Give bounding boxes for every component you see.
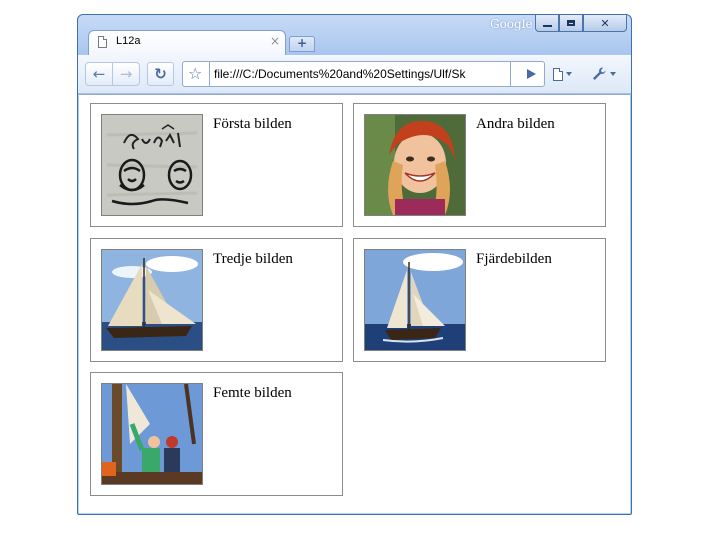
back-button[interactable]: ← [85, 62, 113, 86]
gallery-card: Femte bilden [90, 372, 343, 496]
bookmark-star-icon[interactable]: ☆ [188, 64, 202, 83]
address-input[interactable]: file:///C:/Documents%20and%20Settings/Ul… [209, 62, 511, 86]
reload-icon: ↻ [154, 65, 167, 83]
minimize-icon [542, 24, 552, 27]
page-icon [98, 36, 107, 48]
chevron-down-icon [610, 72, 616, 76]
brand-label: Google [490, 17, 533, 31]
image-caption: Fjärdebilden [476, 251, 552, 267]
sailboat-image [364, 249, 466, 351]
browser-window: Google ✕ L12a × + ← → ↻ ☆ file:///C:/Doc… [77, 14, 632, 515]
forward-button[interactable]: → [113, 62, 140, 86]
image-caption: Femte bilden [213, 385, 292, 401]
image-caption: Tredje bilden [213, 251, 293, 267]
smiling-girl-image [364, 114, 466, 216]
go-icon[interactable] [527, 69, 536, 79]
graal-sketch-image [101, 114, 203, 216]
forward-arrow-icon: → [119, 65, 133, 83]
back-arrow-icon: ← [92, 65, 106, 83]
image-caption: Första bilden [213, 116, 292, 132]
wrench-icon [593, 67, 606, 80]
chevron-down-icon [566, 72, 572, 76]
minimize-button[interactable] [535, 15, 559, 32]
image-caption: Andra bilden [476, 116, 555, 132]
omnibox: ☆ file:///C:/Documents%20and%20Settings/… [182, 61, 545, 87]
close-icon: ✕ [600, 16, 610, 30]
window-controls: ✕ [535, 15, 627, 32]
maximize-icon [567, 20, 575, 26]
sailboat-image [101, 249, 203, 351]
reload-button[interactable]: ↻ [147, 62, 174, 86]
tab-title: L12a [116, 35, 141, 47]
tab-l12a[interactable]: L12a × [88, 30, 286, 55]
new-tab-button[interactable]: + [289, 36, 315, 52]
page-content: Första bilden Andra bilden Tredje bilden… [79, 94, 630, 513]
gallery-card: Andra bilden [353, 103, 606, 227]
page-menu-icon [553, 67, 563, 81]
toolbar: ← → ↻ ☆ file:///C:/Documents%20and%20Set… [78, 55, 631, 94]
tab-close-icon[interactable]: × [270, 34, 280, 48]
wrench-menu-button[interactable] [591, 63, 621, 85]
gallery-card: Tredje bilden [90, 238, 343, 362]
page-menu-button[interactable] [553, 63, 583, 85]
sailors-on-deck-image [101, 383, 203, 485]
maximize-button[interactable] [559, 15, 583, 32]
gallery-card: Första bilden [90, 103, 343, 227]
gallery-card: Fjärdebilden [353, 238, 606, 362]
close-window-button[interactable]: ✕ [583, 15, 627, 32]
